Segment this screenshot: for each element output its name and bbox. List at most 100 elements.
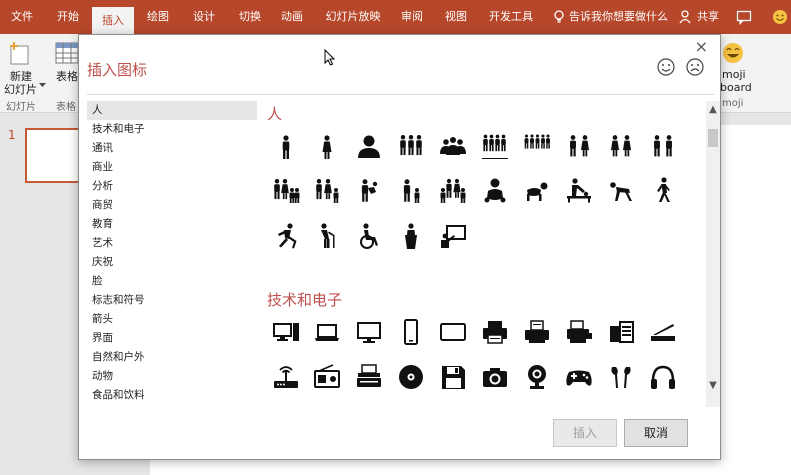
mouse-cursor-icon [324,49,336,66]
smartphone-icon[interactable] [397,318,425,346]
category-item[interactable]: 通讯 [87,139,257,158]
tell-me-box[interactable]: 告诉我你想要做什么 [569,0,668,34]
disc-icon[interactable] [397,363,425,391]
category-item[interactable]: 食品和饮料 [87,386,257,405]
tab-slideshow[interactable]: 幻灯片放映 [316,0,390,34]
headphones-icon[interactable] [649,363,677,391]
category-item[interactable]: 分析 [87,177,257,196]
fax-printer-icon[interactable] [523,318,551,346]
category-item[interactable]: 箭头 [87,310,257,329]
webcam-icon[interactable] [523,363,551,391]
person-changing-baby-icon[interactable] [565,176,593,204]
family-group-icon[interactable] [439,176,467,204]
flatbed-scanner-icon[interactable] [649,318,677,346]
crawling-baby-icon[interactable] [523,176,551,204]
category-item[interactable]: 自然和户外 [87,348,257,367]
meeting-group-icon[interactable] [439,132,467,160]
wheelchair-icon[interactable] [355,222,383,250]
man-with-child-icon[interactable] [355,176,383,204]
presenter-board-icon[interactable] [439,222,467,250]
man-icon[interactable] [272,132,300,160]
desktop-computer-icon[interactable] [272,318,300,346]
emoji-keyboard-icon[interactable] [722,42,744,64]
category-item[interactable]: 界面 [87,329,257,348]
couple-man-woman-icon[interactable] [565,132,593,160]
smile-feedback-icon[interactable] [656,57,676,77]
chevron-down-icon [39,83,46,87]
printer-icon[interactable] [481,318,509,346]
emoji-label[interactable]: moji [722,68,746,81]
scroll-up-icon[interactable]: ▲ [706,103,720,117]
tab-transitions[interactable]: 切换 [228,0,272,34]
category-item[interactable]: 人 [87,101,257,120]
typewriter-icon[interactable] [355,363,383,391]
user-icon [679,10,691,24]
person-walking-icon[interactable] [649,176,677,204]
laptop-icon[interactable] [313,318,341,346]
category-item[interactable]: 商贸 [87,196,257,215]
speaker-at-podium-icon[interactable] [397,222,425,250]
category-item[interactable]: 教育 [87,215,257,234]
crowd-row-icon[interactable] [481,132,509,160]
tab-design[interactable]: 设计 [182,0,226,34]
category-item[interactable]: 动物 [87,367,257,386]
frown-feedback-icon[interactable] [685,57,705,77]
emoji-label-2[interactable]: board [720,81,752,94]
floppy-disk-icon[interactable] [439,363,467,391]
elderly-with-cane-icon[interactable] [313,222,341,250]
person-bust-icon[interactable] [355,132,383,160]
crowd-wide-icon[interactable] [523,132,551,160]
insert-button[interactable]: 插入 [553,419,617,447]
section-title-tech: 技术和电子 [267,291,343,309]
category-item[interactable]: 艺术 [87,234,257,253]
family-four-icon[interactable] [272,176,300,204]
category-item[interactable]: 技术和电子 [87,120,257,139]
close-icon[interactable]: × [695,37,708,56]
tablet-icon[interactable] [439,318,467,346]
cancel-button[interactable]: 取消 [624,419,688,447]
tab-review[interactable]: 审阅 [392,0,432,34]
insert-icons-dialog: 插入图标 × 人技术和电子 通讯 商业 分析 商贸 教育 艺术 庆祝脸标志和符号 箭头 界面 自然和… [78,34,721,460]
tab-animations[interactable]: 动画 [272,0,312,34]
table-icon[interactable] [55,42,79,64]
camera-icon[interactable] [481,363,509,391]
gamepad-icon[interactable] [565,363,593,391]
slide-number: 1 [8,128,16,142]
category-item[interactable]: 庆祝 [87,253,257,272]
category-item[interactable]: 商业 [87,158,257,177]
couple-women-icon[interactable] [607,132,635,160]
new-slide-icon[interactable] [8,40,30,66]
category-item[interactable]: 标志和符号 [87,291,257,310]
slides-group-label: 幻灯片 [6,102,36,113]
radio-icon[interactable] [313,363,341,391]
emoji-group-label: moji [722,98,744,109]
person-crawling-icon[interactable] [607,176,635,204]
earbuds-icon[interactable] [607,363,635,391]
woman-icon[interactable] [313,132,341,160]
person-running-icon[interactable] [272,222,300,250]
group-of-three-icon[interactable] [397,132,425,160]
table-label[interactable]: 表格 [56,68,78,84]
family-parents-child-icon[interactable] [313,176,341,204]
scanner-printer-icon[interactable] [565,318,593,346]
monitor-icon[interactable] [355,318,383,346]
icon-scrollbar[interactable]: ▲ ▼ [706,101,720,407]
server-rack-icon[interactable] [607,318,635,346]
comment-icon[interactable] [736,9,752,25]
tab-developer[interactable]: 开发工具 [480,0,542,34]
new-slide-label-2[interactable]: 幻灯片 [4,81,37,97]
adult-with-child-icon[interactable] [397,176,425,204]
scroll-down-icon[interactable]: ▼ [706,379,720,393]
tab-draw[interactable]: 绘图 [136,0,180,34]
tab-insert[interactable]: 插入 [92,7,134,34]
tab-file[interactable]: 文件 [0,0,44,34]
share-button[interactable]: 共享 [697,0,719,34]
couple-men-icon[interactable] [649,132,677,160]
baby-icon[interactable] [481,176,509,204]
wifi-router-icon[interactable] [272,363,300,391]
scroll-thumb[interactable] [708,129,718,147]
smiley-feedback-icon[interactable] [772,9,788,25]
tab-home[interactable]: 开始 [46,0,90,34]
category-item[interactable]: 脸 [87,272,257,291]
tab-view[interactable]: 视图 [436,0,476,34]
